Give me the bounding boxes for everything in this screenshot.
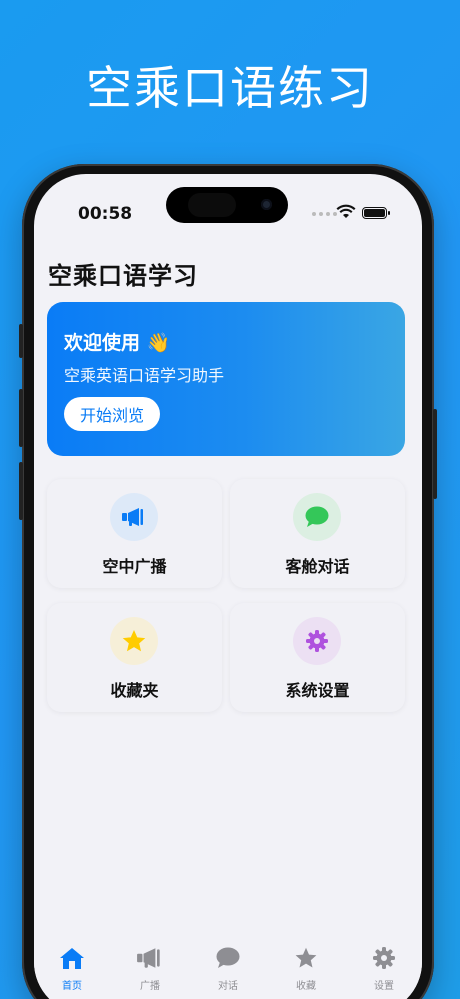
tab-label: 设置: [374, 981, 394, 992]
megaphone-icon: [137, 948, 160, 968]
tab-bar: 首页 广播 对话 收藏 设置: [34, 932, 422, 999]
megaphone-icon: [110, 493, 158, 541]
tab-favorites[interactable]: 收藏: [276, 946, 336, 992]
tab-label: 广播: [140, 981, 160, 992]
welcome-banner: 欢迎使用 👋 空乘英语口语学习助手 开始浏览: [47, 302, 405, 456]
tab-dialogue[interactable]: 对话: [198, 946, 258, 992]
cellular-signal-icon: [312, 212, 337, 216]
feature-card-label: 客舱对话: [285, 557, 350, 576]
tab-label: 首页: [62, 981, 82, 992]
home-icon: [60, 948, 84, 969]
feature-card-broadcast[interactable]: 空中广播: [47, 479, 222, 588]
feature-card-label: 系统设置: [285, 681, 350, 700]
page-title: 空乘口语学习: [48, 262, 198, 290]
gear-icon: [373, 947, 395, 969]
welcome-subtitle: 空乘英语口语学习助手: [64, 366, 225, 385]
phone-frame: 00:58 空乘口语学习 欢迎使用 👋 空乘英语口语学习助手 开始浏览 空中广播…: [19, 164, 437, 999]
star-icon: [110, 617, 158, 665]
chat-bubble-icon: [216, 947, 240, 968]
chat-bubble-icon: [293, 493, 341, 541]
tab-label: 对话: [218, 981, 238, 992]
status-time: 00:58: [78, 204, 133, 224]
tab-settings[interactable]: 设置: [354, 946, 414, 992]
feature-card-label: 收藏夹: [110, 681, 159, 700]
start-browsing-button[interactable]: 开始浏览: [64, 397, 160, 431]
wifi-icon: [336, 204, 356, 218]
dynamic-island: [166, 187, 288, 223]
tab-broadcast[interactable]: 广播: [120, 946, 180, 992]
welcome-title: 欢迎使用 👋: [64, 332, 171, 354]
app-screen: 00:58 空乘口语学习 欢迎使用 👋 空乘英语口语学习助手 开始浏览 空中广播…: [34, 174, 422, 999]
status-bar: 00:58: [34, 174, 422, 232]
marketing-headline: 空乘口语练习: [86, 61, 374, 115]
star-icon: [295, 947, 317, 968]
feature-card-settings[interactable]: 系统设置: [230, 603, 405, 712]
feature-card-cabin-dialogue[interactable]: 客舱对话: [230, 479, 405, 588]
feature-card-favorites[interactable]: 收藏夹: [47, 603, 222, 712]
tab-label: 收藏: [296, 981, 316, 992]
tab-home[interactable]: 首页: [42, 946, 102, 992]
gear-icon: [293, 617, 341, 665]
battery-icon: [362, 207, 390, 219]
feature-card-label: 空中广播: [102, 557, 167, 576]
camera-icon: [261, 199, 272, 210]
